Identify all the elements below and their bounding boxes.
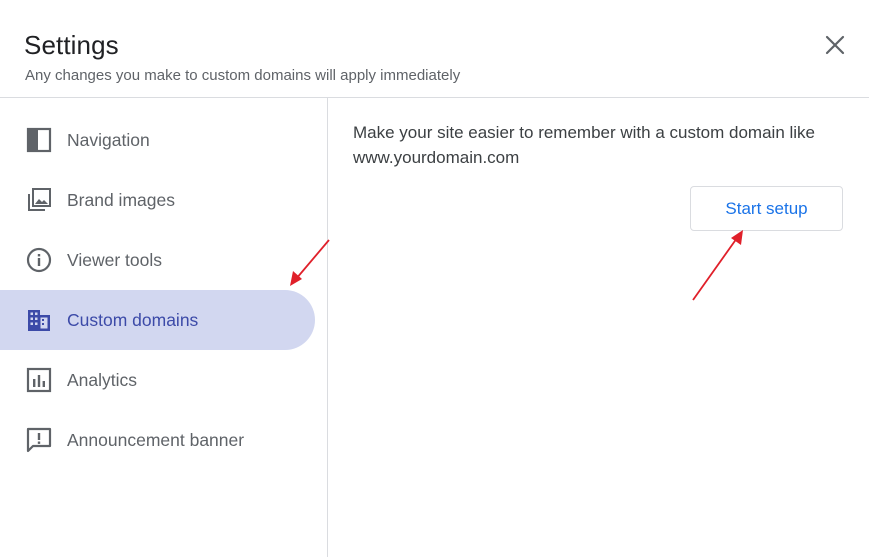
- brand-images-icon: [26, 187, 52, 213]
- sidebar-item-label: Navigation: [67, 129, 150, 150]
- custom-domains-panel: Make your site easier to remember with a…: [329, 98, 869, 557]
- sidebar-item-analytics[interactable]: Analytics: [0, 350, 315, 410]
- dialog-header: Settings Any changes you make to custom …: [0, 0, 869, 98]
- sidebar-item-navigation[interactable]: Navigation: [0, 110, 315, 170]
- sidebar-item-brand-images[interactable]: Brand images: [0, 170, 315, 230]
- navigation-panel-icon: [26, 127, 52, 153]
- announcement-icon: [26, 427, 52, 453]
- close-icon: [825, 35, 845, 55]
- dialog-title: Settings: [24, 30, 119, 60]
- settings-sidebar: Navigation Brand images Viewer tools Cus…: [0, 98, 328, 557]
- dialog-subtitle: Any changes you make to custom domains w…: [25, 67, 461, 84]
- domain-building-icon: [26, 307, 52, 333]
- settings-dialog: Settings Any changes you make to custom …: [0, 0, 869, 557]
- start-setup-button[interactable]: Start setup: [690, 186, 843, 231]
- sidebar-item-label: Custom domains: [67, 309, 199, 330]
- sidebar-item-label: Brand images: [67, 189, 175, 210]
- custom-domain-description: Make your site easier to remember with a…: [353, 123, 816, 167]
- sidebar-item-custom-domains[interactable]: Custom domains: [0, 290, 315, 350]
- sidebar-item-viewer-tools[interactable]: Viewer tools: [0, 230, 315, 290]
- info-icon: [26, 247, 52, 273]
- sidebar-item-label: Analytics: [67, 369, 138, 390]
- sidebar-item-announcement-banner[interactable]: Announcement banner: [0, 410, 315, 470]
- sidebar-item-label: Viewer tools: [67, 249, 163, 270]
- analytics-icon: [26, 367, 52, 393]
- sidebar-item-label: Announcement banner: [67, 429, 245, 450]
- close-button[interactable]: [818, 28, 852, 62]
